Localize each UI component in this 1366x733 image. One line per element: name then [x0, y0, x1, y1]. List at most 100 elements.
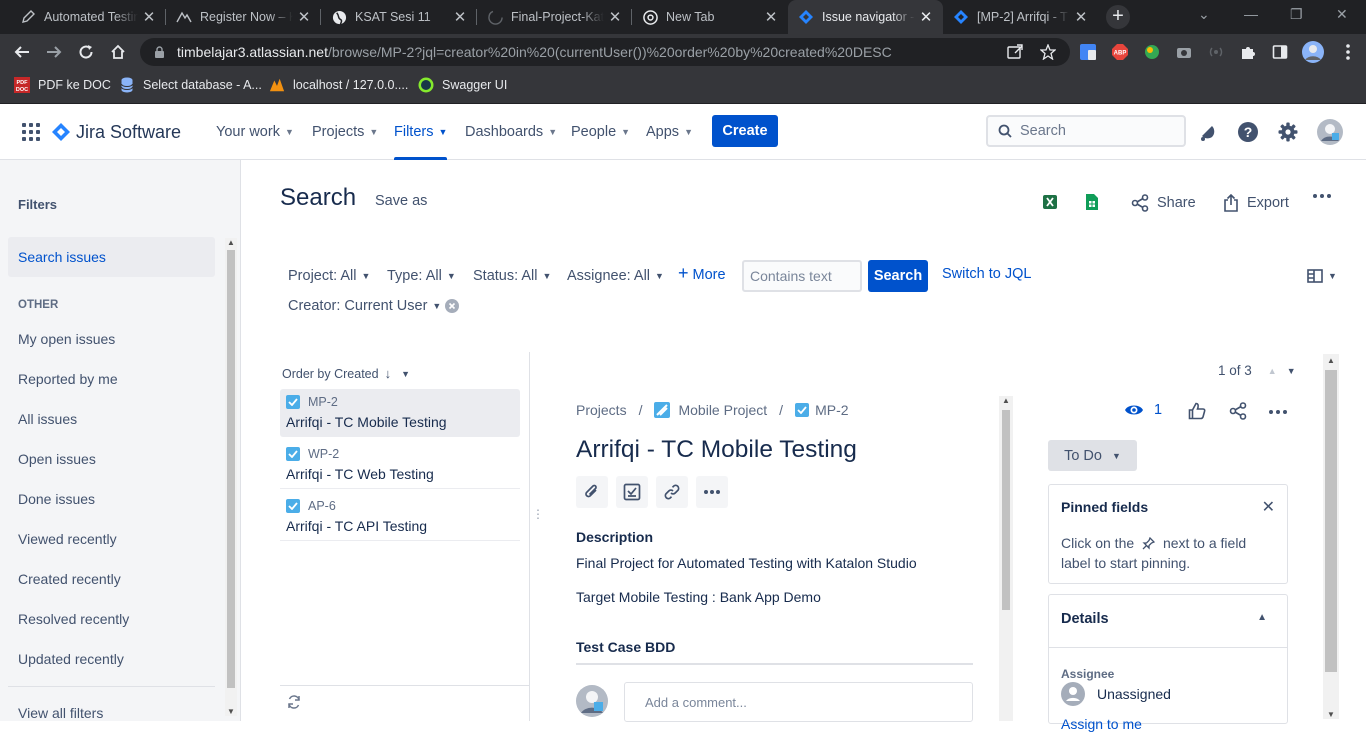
close-icon[interactable]: ✕: [1074, 8, 1088, 26]
browser-tab[interactable]: New Tab ✕: [632, 0, 788, 34]
issue-list-item[interactable]: MP-2 Arrifqi - TC Mobile Testing: [280, 389, 520, 437]
restore-icon[interactable]: ❐: [1290, 6, 1303, 23]
comment-input[interactable]: Add a comment...: [624, 682, 973, 722]
side-panel-icon[interactable]: [1271, 43, 1289, 61]
settings-gear-icon[interactable]: [1276, 120, 1300, 144]
breadcrumb-project[interactable]: Mobile Project: [678, 402, 767, 418]
close-icon[interactable]: ✕: [919, 8, 933, 26]
scrollbar-thumb[interactable]: [227, 250, 235, 688]
jira-logo[interactable]: Jira Software: [52, 104, 181, 160]
extensions-puzzle-icon[interactable]: [1239, 43, 1257, 61]
back-button[interactable]: [6, 34, 38, 70]
bookmark-star-icon[interactable]: [1039, 43, 1057, 61]
scroll-up-icon[interactable]: ▲: [1002, 396, 1010, 405]
link-issue-button[interactable]: [656, 476, 688, 508]
close-icon[interactable]: ✕: [297, 8, 311, 26]
lock-icon[interactable]: [154, 45, 165, 59]
notifications-icon[interactable]: [1196, 120, 1220, 144]
more-toolbar-button[interactable]: [696, 476, 728, 508]
add-child-issue-button[interactable]: [616, 476, 648, 508]
status-filter[interactable]: Status: All ▼: [473, 266, 551, 286]
scroll-down-icon[interactable]: ▼: [227, 707, 235, 716]
media-icon[interactable]: [1207, 43, 1225, 61]
bookmark-item[interactable]: PDF DOC PDF ke DOC: [14, 70, 111, 100]
issue-list-item[interactable]: AP-6 Arrifqi - TC API Testing: [280, 493, 520, 541]
browser-tab[interactable]: [MP-2] Arrifqi - T ✕: [943, 0, 1098, 34]
camera-icon[interactable]: [1175, 43, 1193, 61]
search-button[interactable]: Search: [868, 260, 928, 292]
sidebar-item[interactable]: My open issues: [8, 319, 215, 359]
sheets-export-icon[interactable]: [1086, 194, 1098, 210]
type-filter[interactable]: Type: All ▼: [387, 266, 456, 286]
view-toggle-button[interactable]: ▼: [1307, 269, 1337, 283]
nav-apps[interactable]: Apps ▼: [646, 104, 693, 160]
sidebar-item[interactable]: Resolved recently: [8, 599, 215, 639]
status-button[interactable]: To Do ▼: [1048, 440, 1137, 471]
issue-more-actions-icon[interactable]: [1269, 410, 1287, 414]
new-tab-button[interactable]: +: [1106, 5, 1130, 29]
nav-dashboards[interactable]: Dashboards ▼: [465, 104, 557, 160]
close-icon[interactable]: ✕: [142, 8, 156, 26]
assignee-field[interactable]: Unassigned: [1061, 682, 1171, 706]
description-text[interactable]: Final Project for Automated Testing with…: [576, 555, 917, 571]
address-bar[interactable]: timbelajar3.atlassian.net/browse/MP-2?jq…: [140, 38, 1070, 66]
app-switcher-icon[interactable]: [19, 120, 43, 144]
watch-button[interactable]: 1: [1124, 402, 1162, 418]
project-filter[interactable]: Project: All ▼: [288, 266, 370, 286]
browser-menu-icon[interactable]: [1339, 43, 1357, 61]
global-search-input[interactable]: Search: [986, 115, 1186, 147]
user-avatar[interactable]: [1317, 119, 1343, 145]
sidebar-scrollbar[interactable]: ▲ ▼: [225, 238, 237, 716]
assignee-filter[interactable]: Assignee: All ▼: [567, 266, 664, 286]
attach-button[interactable]: [576, 476, 608, 508]
reload-button[interactable]: [70, 34, 102, 70]
nav-your-work[interactable]: Your work ▼: [216, 104, 294, 160]
sidebar-item[interactable]: Open issues: [8, 439, 215, 479]
nav-filters[interactable]: Filters ▼: [394, 104, 448, 160]
sidebar-item[interactable]: Updated recently: [8, 639, 215, 679]
description-text[interactable]: Target Mobile Testing : Bank App Demo: [576, 589, 821, 605]
nav-projects[interactable]: Projects ▼: [312, 104, 378, 160]
breadcrumb-projects[interactable]: Projects: [576, 402, 627, 418]
scroll-down-icon[interactable]: ▼: [1327, 710, 1335, 719]
close-icon[interactable]: ✕: [764, 8, 778, 26]
browser-tab[interactable]: Automated Testing ✕: [10, 0, 166, 34]
nav-people[interactable]: People ▼: [571, 104, 630, 160]
home-button[interactable]: [102, 34, 134, 70]
tab-search-icon[interactable]: ⌄: [1198, 6, 1210, 23]
browser-tab[interactable]: KSAT Sesi 11 ✕: [321, 0, 477, 34]
chevron-up-icon[interactable]: ▲: [1257, 612, 1267, 623]
switch-to-jql-link[interactable]: Switch to JQL: [942, 266, 1031, 282]
translate-icon[interactable]: [1079, 43, 1097, 61]
detail-scrollbar[interactable]: ▲: [999, 396, 1013, 721]
bookmark-item[interactable]: Select database - A...: [119, 70, 262, 100]
arrow-down-icon[interactable]: ↓: [385, 366, 392, 381]
bookmark-item[interactable]: localhost / 127.0.0....: [269, 70, 408, 100]
browser-tab-active[interactable]: Issue navigator - ✕: [788, 0, 943, 34]
page-scrollbar[interactable]: ▲ ▼: [1323, 354, 1339, 719]
scrollbar-thumb[interactable]: [1325, 370, 1337, 672]
share-button[interactable]: Share: [1131, 194, 1196, 212]
vote-button[interactable]: [1188, 402, 1206, 420]
view-all-filters-link[interactable]: View all filters: [8, 693, 215, 733]
contains-text-input[interactable]: Contains text: [742, 260, 862, 292]
extension-leaf-icon[interactable]: [1143, 43, 1161, 61]
creator-filter[interactable]: Creator: Current User ▼: [288, 298, 460, 314]
forward-button[interactable]: [38, 34, 70, 70]
scroll-up-icon[interactable]: ▲: [227, 238, 235, 247]
clear-filter-icon[interactable]: [445, 299, 460, 313]
browser-tab[interactable]: Final-Project-Kat ✕: [477, 0, 632, 34]
more-actions-icon[interactable]: [1313, 194, 1331, 198]
window-close-icon[interactable]: ✕: [1336, 6, 1348, 23]
help-icon[interactable]: ?: [1236, 120, 1260, 144]
chevron-down-icon[interactable]: ▼: [1287, 366, 1296, 376]
issue-list-item[interactable]: WP-2 Arrifqi - TC Web Testing: [280, 441, 520, 489]
issue-title[interactable]: Arrifqi - TC Mobile Testing: [576, 436, 857, 464]
minimize-icon[interactable]: —: [1244, 6, 1258, 22]
profile-avatar[interactable]: [1302, 41, 1324, 63]
order-by-button[interactable]: Order by Created ↓ ▼: [282, 366, 410, 381]
share-page-icon[interactable]: [1006, 43, 1024, 61]
excel-export-icon[interactable]: [1043, 194, 1057, 210]
scrollbar-thumb[interactable]: [1002, 410, 1010, 610]
details-heading[interactable]: Details: [1061, 611, 1109, 627]
